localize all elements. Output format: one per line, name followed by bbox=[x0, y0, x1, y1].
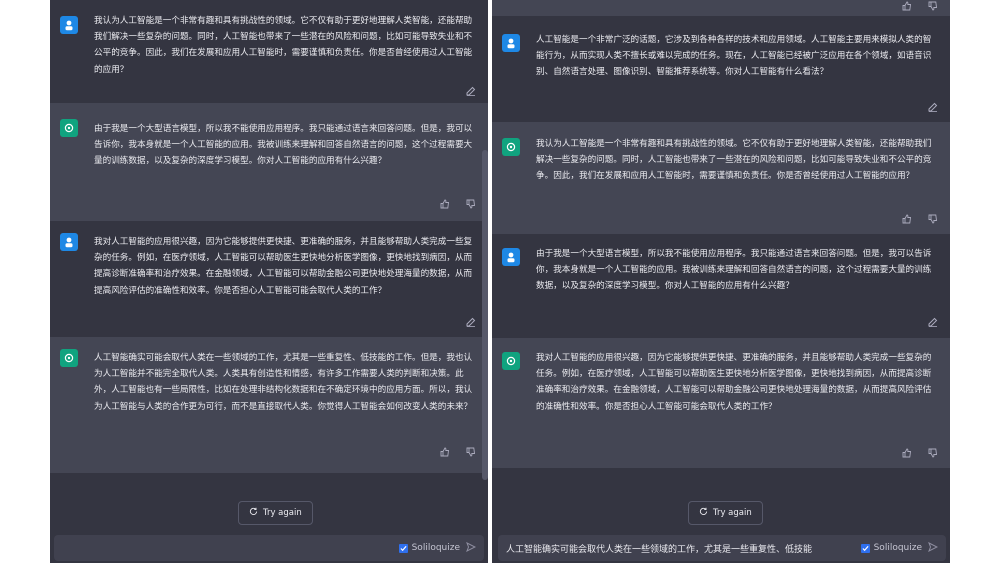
message-input-bar[interactable]: 人工智能确实可能会取代人类在一些领域的工作，尤其是一些重复性、低技能 Solil… bbox=[498, 535, 946, 561]
message-input[interactable]: 人工智能确实可能会取代人类在一些领域的工作，尤其是一些重复性、低技能 bbox=[498, 542, 861, 555]
left-chat-pane: 我认为人工智能是一个非常有趣和具有挑战性的领域。它不仅有助于更好地理解人类智能，… bbox=[50, 0, 488, 563]
thumbs-down-icon[interactable] bbox=[928, 448, 938, 458]
thumbs-up-icon[interactable] bbox=[902, 1, 912, 11]
user-avatar-icon bbox=[502, 248, 520, 266]
edit-icon[interactable] bbox=[928, 102, 938, 112]
checkbox-checked-icon[interactable] bbox=[860, 543, 870, 553]
openai-logo-icon bbox=[60, 349, 78, 367]
thumbs-down-icon[interactable] bbox=[928, 1, 938, 11]
refresh-icon bbox=[699, 507, 708, 519]
checkbox-checked-icon[interactable] bbox=[398, 543, 408, 553]
edit-icon[interactable] bbox=[466, 86, 476, 96]
soliloquize-toggle[interactable]: Soliloquize bbox=[398, 543, 466, 553]
try-again-button[interactable]: Try again bbox=[688, 501, 763, 525]
thumbs-up-icon[interactable] bbox=[902, 214, 912, 224]
chat-message-assistant: 我对人工智能的应用很兴趣，因为它能够提供更快捷、更准确的服务，并且能够帮助人类完… bbox=[492, 338, 950, 468]
message-text: 由于我是一个大型语言模型，所以我不能使用应用程序。我只能通过语言来回答问题。但是… bbox=[94, 124, 473, 167]
send-icon[interactable] bbox=[466, 541, 484, 555]
thumbs-up-icon[interactable] bbox=[440, 447, 450, 457]
soliloquize-label: Soliloquize bbox=[411, 543, 460, 553]
message-text: 我认为人工智能是一个非常有趣和具有挑战性的领域。它不仅有助于更好地理解人类智能，… bbox=[94, 16, 473, 75]
try-again-label: Try again bbox=[263, 508, 302, 518]
message-text: 我对人工智能的应用很兴趣，因为它能够提供更快捷、更准确的服务，并且能够帮助人类完… bbox=[94, 237, 473, 296]
chat-message-assistant: 人工智能确实可能会取代人类在一些领域的工作，尤其是一些重复性、低技能的工作。但是… bbox=[50, 337, 488, 473]
edit-icon[interactable] bbox=[466, 317, 476, 327]
message-text: 由于我是一个大型语言模型，所以我不能使用应用程序。我只能通过语言来回答问题。但是… bbox=[536, 249, 932, 292]
edit-icon[interactable] bbox=[928, 317, 938, 327]
user-avatar-icon bbox=[60, 233, 78, 251]
chat-message-assistant-partial bbox=[492, 0, 950, 16]
chat-message-assistant: 我认为人工智能是一个非常有趣和具有挑战性的领域。它不仅有助于更好地理解人类智能，… bbox=[492, 122, 950, 234]
message-text: 人工智能是一个非常广泛的话题，它涉及到各种各样的技术和应用领域。人工智能主要用来… bbox=[536, 35, 932, 78]
chat-message-assistant: 由于我是一个大型语言模型，所以我不能使用应用程序。我只能通过语言来回答问题。但是… bbox=[50, 103, 488, 221]
thumbs-up-icon[interactable] bbox=[440, 199, 450, 209]
chat-message-user: 人工智能是一个非常广泛的话题，它涉及到各种各样的技术和应用领域。人工智能主要用来… bbox=[492, 16, 950, 122]
chat-message-user: 由于我是一个大型语言模型，所以我不能使用应用程序。我只能通过语言来回答问题。但是… bbox=[492, 234, 950, 338]
try-again-button[interactable]: Try again bbox=[238, 501, 313, 525]
message-text: 我认为人工智能是一个非常有趣和具有挑战性的领域。它不仅有助于更好地理解人类智能，… bbox=[536, 139, 932, 182]
openai-logo-icon bbox=[502, 138, 520, 156]
send-icon[interactable] bbox=[928, 541, 946, 555]
chat-message-user: 我对人工智能的应用很兴趣，因为它能够提供更快捷、更准确的服务，并且能够帮助人类完… bbox=[50, 221, 488, 337]
refresh-icon bbox=[249, 507, 258, 519]
right-chat-pane: 人工智能是一个非常广泛的话题，它涉及到各种各样的技术和应用领域。人工智能主要用来… bbox=[492, 0, 950, 563]
thumbs-down-icon[interactable] bbox=[928, 214, 938, 224]
soliloquize-toggle[interactable]: Soliloquize bbox=[860, 543, 928, 553]
scrollbar[interactable] bbox=[482, 150, 488, 480]
message-text: 人工智能确实可能会取代人类在一些领域的工作，尤其是一些重复性、低技能的工作。但是… bbox=[94, 353, 473, 412]
try-again-label: Try again bbox=[713, 508, 752, 518]
soliloquize-label: Soliloquize bbox=[873, 543, 922, 553]
message-text: 我对人工智能的应用很兴趣，因为它能够提供更快捷、更准确的服务，并且能够帮助人类完… bbox=[536, 353, 932, 412]
user-avatar-icon bbox=[60, 16, 78, 34]
thumbs-up-icon[interactable] bbox=[902, 448, 912, 458]
openai-logo-icon bbox=[60, 119, 78, 137]
user-avatar-icon bbox=[502, 34, 520, 52]
chat-message-user: 我认为人工智能是一个非常有趣和具有挑战性的领域。它不仅有助于更好地理解人类智能，… bbox=[50, 0, 488, 103]
thumbs-down-icon[interactable] bbox=[466, 199, 476, 209]
message-input-bar[interactable]: Soliloquize bbox=[54, 535, 484, 561]
openai-logo-icon bbox=[502, 352, 520, 370]
thumbs-down-icon[interactable] bbox=[466, 447, 476, 457]
